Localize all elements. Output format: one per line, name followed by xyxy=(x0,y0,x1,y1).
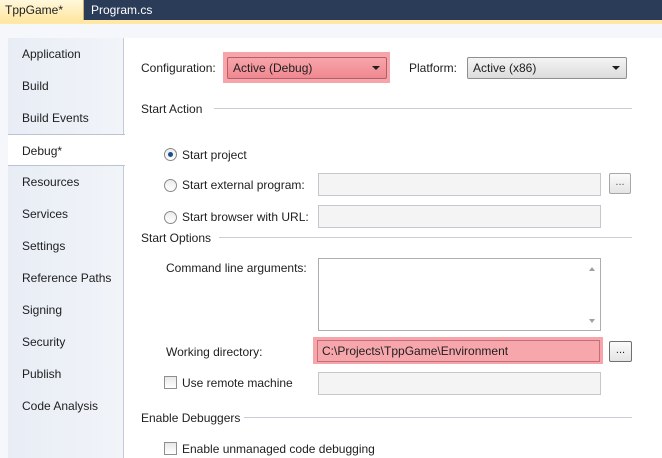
unmanaged-debugging-checkbox[interactable] xyxy=(164,442,177,455)
project-properties: Application Build Build Events Debug* Re… xyxy=(0,24,662,458)
start-external-label: Start external program: xyxy=(182,178,305,192)
unmanaged-debugging-label: Enable unmanaged code debugging xyxy=(182,442,375,456)
browser-url-input[interactable] xyxy=(318,205,601,228)
use-remote-checkbox[interactable] xyxy=(164,376,177,389)
properties-nav: Application Build Build Events Debug* Re… xyxy=(8,38,125,458)
working-dir-browse-button[interactable]: ... xyxy=(609,341,632,362)
scroll-up-icon[interactable] xyxy=(589,267,595,271)
nav-item-publish[interactable]: Publish xyxy=(8,358,124,390)
nav-item-code-analysis[interactable]: Code Analysis xyxy=(8,390,124,422)
nav-item-debug[interactable]: Debug* xyxy=(8,134,125,166)
start-external-radio[interactable] xyxy=(164,179,177,192)
nav-item-security[interactable]: Security xyxy=(8,326,124,358)
section-divider xyxy=(219,237,632,238)
working-dir-input[interactable]: C:\Projects\TppGame\Environment xyxy=(317,340,600,362)
scroll-down-icon[interactable] xyxy=(589,319,595,323)
remote-machine-value xyxy=(319,376,323,390)
tab-tppgame[interactable]: TppGame* xyxy=(0,0,84,20)
cmd-args-label: Command line arguments: xyxy=(166,261,307,275)
configuration-dropdown[interactable]: Active (Debug) xyxy=(227,57,387,79)
debug-page: Configuration: Active (Debug) Platform: … xyxy=(124,38,662,458)
cmd-args-textarea[interactable] xyxy=(318,258,601,331)
start-browser-radio[interactable] xyxy=(164,211,177,224)
chevron-down-icon xyxy=(372,66,380,70)
nav-item-build-events[interactable]: Build Events xyxy=(8,102,124,134)
platform-label: Platform: xyxy=(409,61,458,75)
nav-item-services[interactable]: Services xyxy=(8,198,124,230)
working-dir-label: Working directory: xyxy=(166,345,263,359)
working-dir-value: C:\Projects\TppGame\Environment xyxy=(322,344,509,358)
chevron-down-icon xyxy=(612,66,620,70)
platform-dropdown[interactable]: Active (x86) xyxy=(467,57,627,79)
nav-item-application[interactable]: Application xyxy=(8,38,124,70)
remote-machine-input[interactable] xyxy=(318,372,601,395)
section-divider xyxy=(214,108,632,109)
cmd-args-value xyxy=(319,262,323,276)
nav-item-settings[interactable]: Settings xyxy=(8,230,124,262)
enable-debuggers-title: Enable Debuggers xyxy=(141,411,241,425)
document-tab-strip: TppGame* Program.cs xyxy=(0,0,662,20)
start-browser-label: Start browser with URL: xyxy=(182,210,309,224)
nav-item-build[interactable]: Build xyxy=(8,70,124,102)
start-project-radio[interactable] xyxy=(164,148,177,161)
platform-value: Active (x86) xyxy=(473,61,537,75)
nav-item-resources[interactable]: Resources xyxy=(8,166,124,198)
nav-item-reference-paths[interactable]: Reference Paths xyxy=(8,262,124,294)
nav-item-signing[interactable]: Signing xyxy=(8,294,124,326)
start-project-label: Start project xyxy=(182,148,247,162)
external-program-input[interactable] xyxy=(318,173,601,196)
configuration-label: Configuration: xyxy=(141,61,216,75)
configuration-value: Active (Debug) xyxy=(233,61,313,75)
external-program-browse-button[interactable]: ... xyxy=(609,173,631,194)
tab-program-cs[interactable]: Program.cs xyxy=(86,0,157,20)
start-options-title: Start Options xyxy=(141,231,212,245)
section-divider xyxy=(244,417,632,418)
start-action-title: Start Action xyxy=(141,102,203,116)
use-remote-label: Use remote machine xyxy=(182,376,293,390)
